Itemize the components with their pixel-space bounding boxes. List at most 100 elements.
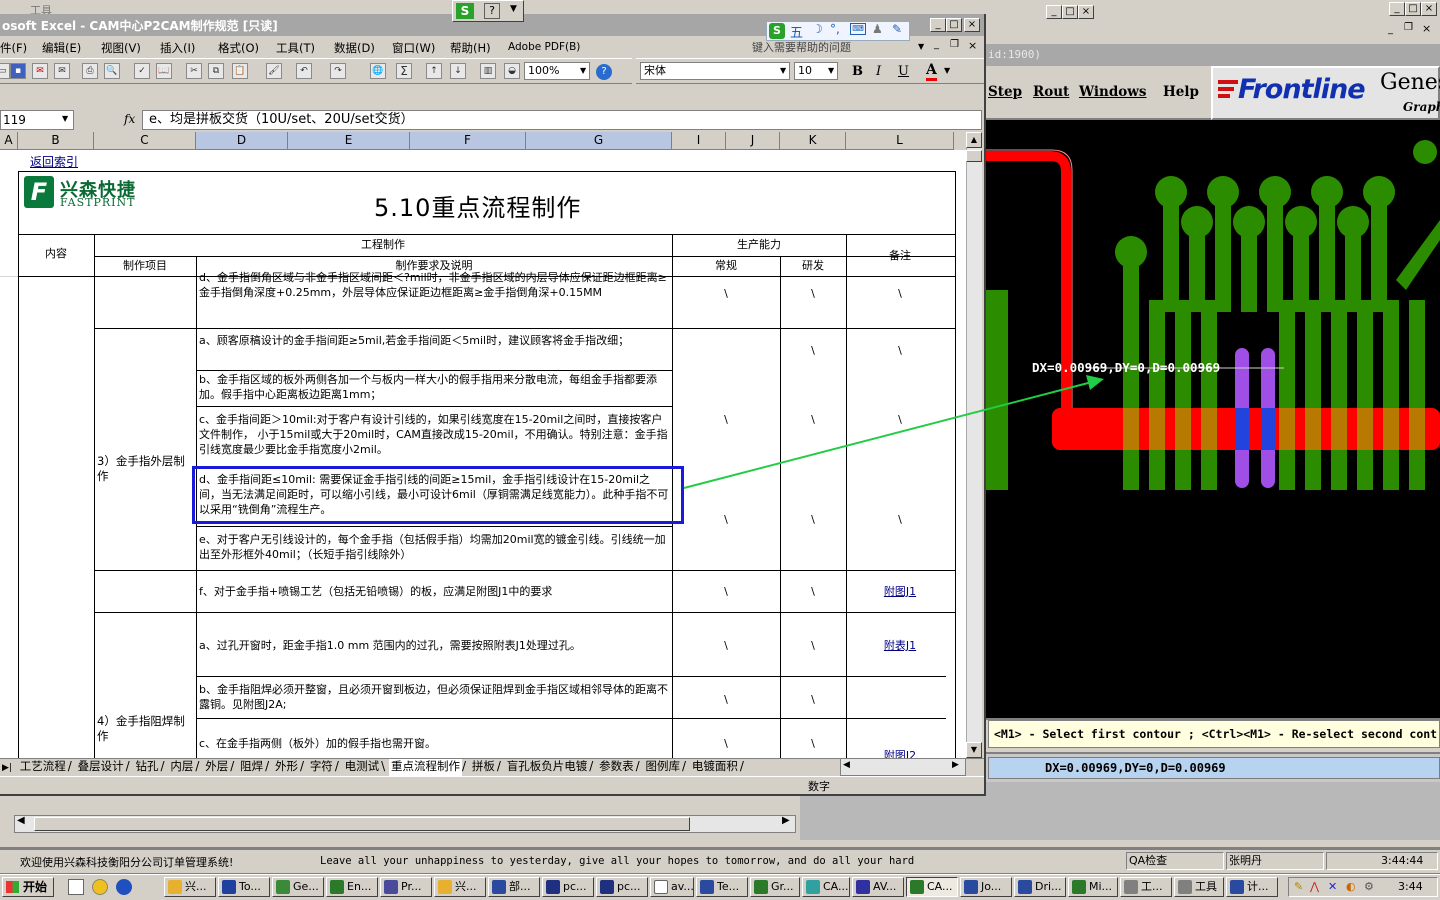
zoom-dropdown-icon[interactable]: ▼ [580, 66, 586, 75]
task-7[interactable]: pc... [542, 877, 594, 897]
genesis-menu-windows[interactable]: Windows [1079, 84, 1147, 100]
font-name-dropdown-icon[interactable]: ▼ [780, 66, 786, 75]
scroll-thumb[interactable] [966, 150, 982, 162]
row-0-normal[interactable]: \ [672, 286, 780, 301]
row-4-research[interactable]: \ [780, 512, 846, 527]
task-19[interactable]: 工具 [1174, 877, 1224, 897]
tab-blind-via[interactable]: 盲孔板负片电镀 [505, 759, 590, 774]
function-icon[interactable]: fx [124, 112, 135, 126]
paste-icon[interactable]: 📋 [232, 63, 248, 79]
row-6-remark-link[interactable]: 附图J1 [846, 584, 954, 599]
tab-drilling[interactable]: 钻孔 [134, 759, 161, 774]
help-search-dropdown-icon[interactable]: ▼ [918, 42, 924, 51]
row-0-research[interactable]: \ [780, 286, 846, 301]
genesis-menu-help[interactable]: Help [1163, 84, 1199, 100]
back-maximize-button[interactable]: □ [1062, 5, 1078, 19]
menu-tools[interactable]: 工具(T) [276, 40, 315, 56]
help-icon[interactable]: ? [484, 3, 500, 19]
ime-wrench-icon[interactable]: ✎ [892, 22, 902, 36]
row-8-research[interactable]: \ [780, 692, 846, 707]
tab-electrical-test[interactable]: 电测试 [343, 759, 382, 774]
email-icon[interactable]: ✉ [54, 63, 70, 79]
row-3-normal[interactable]: \ [672, 412, 780, 427]
permission-icon[interactable]: ✉ [32, 63, 48, 79]
tray-vector-icon[interactable]: ⋀ [1310, 880, 1319, 893]
help-circle-icon[interactable]: ? [596, 64, 612, 80]
row-5-text[interactable]: e、对于客户无引线设计的，每个金手指（包括假手指）均需加20mil宽的镀金引线。… [196, 532, 672, 566]
genesis-menu-rout[interactable]: Rout [1033, 84, 1069, 100]
row-6-normal[interactable]: \ [672, 584, 780, 599]
task-5[interactable]: 兴... [434, 877, 486, 897]
task-15[interactable]: Jo... [960, 877, 1012, 897]
task-8[interactable]: pc... [596, 877, 648, 897]
doc-restore-icon[interactable]: ❐ [950, 39, 959, 50]
print-icon[interactable]: ⎙ [82, 63, 98, 79]
ime-keyboard-icon[interactable]: ⌨ [850, 23, 866, 35]
task-4[interactable]: Pr... [380, 877, 432, 897]
task-10[interactable]: Te... [696, 877, 748, 897]
font-color-dropdown-icon[interactable]: ▼ [944, 66, 950, 75]
sheet-hscroll-left-icon[interactable]: ◀ [843, 760, 850, 770]
col-header-k[interactable]: K [780, 132, 846, 150]
task-17[interactable]: Mi... [1068, 877, 1118, 897]
ime-user-icon[interactable]: ♟ [872, 22, 883, 36]
task-18[interactable]: 工... [1120, 877, 1172, 897]
task-9[interactable]: av... [650, 877, 694, 897]
hyperlink-icon[interactable]: 🌐 [370, 63, 386, 79]
scroll-up-button[interactable]: ▲ [966, 132, 982, 148]
row-3-text[interactable]: c、金手指间距＞10mil:对于客户有设计引线的，如果引线宽度在15-20mil… [196, 412, 672, 464]
row-9-remark-link[interactable]: 附图J2 [846, 748, 954, 758]
row-7-normal[interactable]: \ [672, 638, 780, 653]
ime-moon-icon[interactable]: ☽ [812, 22, 823, 36]
row-6-text[interactable]: f、对于金手指+喷锡工艺（包括无铅喷锡）的板，应满足附图J1中的要求 [196, 584, 672, 599]
row-0-text[interactable]: d、金手指倒角区域与非金手指区域间距＜?mil时，非金手指区域的内层导体应保证距… [196, 270, 672, 320]
menu-window[interactable]: 窗口(W) [392, 40, 435, 56]
genesis-menu-step[interactable]: Step [988, 84, 1022, 100]
row-1-research[interactable]: \ [780, 343, 846, 358]
tab-nav-icon[interactable]: ▶| [0, 761, 14, 776]
toolbar-options-icon[interactable]: ▼ [510, 4, 517, 14]
quicklaunch-clock-icon[interactable] [92, 879, 108, 895]
research-icon[interactable]: 📖 [156, 63, 172, 79]
undo-icon[interactable]: ↶ [296, 63, 312, 79]
row-7-text[interactable]: a、过孔开窗时，距金手指1.0 mm 范围内的过孔，需要按照附表J1处理过孔。 [196, 638, 672, 653]
row-6-research[interactable]: \ [780, 584, 846, 599]
name-box-dropdown-icon[interactable]: ▼ [62, 114, 68, 123]
underline-button[interactable]: U [898, 64, 909, 79]
row-4-remark[interactable]: \ [846, 512, 954, 527]
quicklaunch-globe-icon[interactable] [116, 879, 132, 895]
section-solder-mask[interactable]: 4）金手指阻焊制作 [94, 714, 196, 744]
row-8-normal[interactable]: \ [672, 692, 780, 707]
col-header-j[interactable]: J [726, 132, 780, 150]
task-11[interactable]: Gr... [750, 877, 800, 897]
col-header-d[interactable]: D [196, 132, 288, 150]
col-header-b[interactable]: B [18, 132, 94, 150]
col-header-c[interactable]: C [94, 132, 196, 150]
task-2[interactable]: Ge... [272, 877, 324, 897]
menu-help[interactable]: 帮助(H) [450, 40, 491, 56]
redo-icon[interactable]: ↷ [330, 63, 346, 79]
mdi-close-icon[interactable]: × [1422, 22, 1431, 35]
sort-descending-icon[interactable]: ↓ [450, 63, 466, 79]
save-icon[interactable]: ▪ [10, 63, 26, 79]
row-8-text[interactable]: b、金手指阻焊必须开整窗，且必须开窗到板边，但必须保证阻焊到金手指区域相邻导体的… [196, 682, 672, 716]
row-3-research[interactable]: \ [780, 412, 846, 427]
ime-punct-icon[interactable]: °, [830, 22, 840, 36]
col-header-a[interactable]: A [0, 132, 18, 150]
row-1-text[interactable]: a、顾客原稿设计的金手指间距≥5mil,若金手指间距＜5mil时，建议顾客将金手… [196, 333, 672, 367]
tray-cross-icon[interactable]: ✕ [1328, 880, 1337, 893]
tab-key-process[interactable]: 重点流程制作 [389, 759, 463, 776]
task-12[interactable]: CA... [802, 877, 850, 897]
tab-figure-library[interactable]: 图例库 [643, 759, 682, 774]
far-close-button[interactable]: × [1421, 2, 1437, 16]
cut-icon[interactable]: ✂ [186, 63, 202, 79]
formula-input[interactable]: e、均是拼板交货（10U/set、20U/set交货） [142, 110, 982, 130]
pcb-graphics-canvas[interactable] [986, 120, 1440, 718]
menu-adobe-pdf[interactable]: Adobe PDF(B) [508, 41, 580, 53]
start-button[interactable]: 开始 [2, 877, 54, 897]
task-3[interactable]: En... [326, 877, 378, 897]
vertical-scrollbar[interactable] [966, 132, 982, 758]
quicklaunch-desktop-icon[interactable] [68, 879, 84, 895]
sheet-hscroll-right-icon[interactable]: ▶ [952, 760, 959, 770]
drawing-icon[interactable]: ◒ [504, 63, 520, 79]
